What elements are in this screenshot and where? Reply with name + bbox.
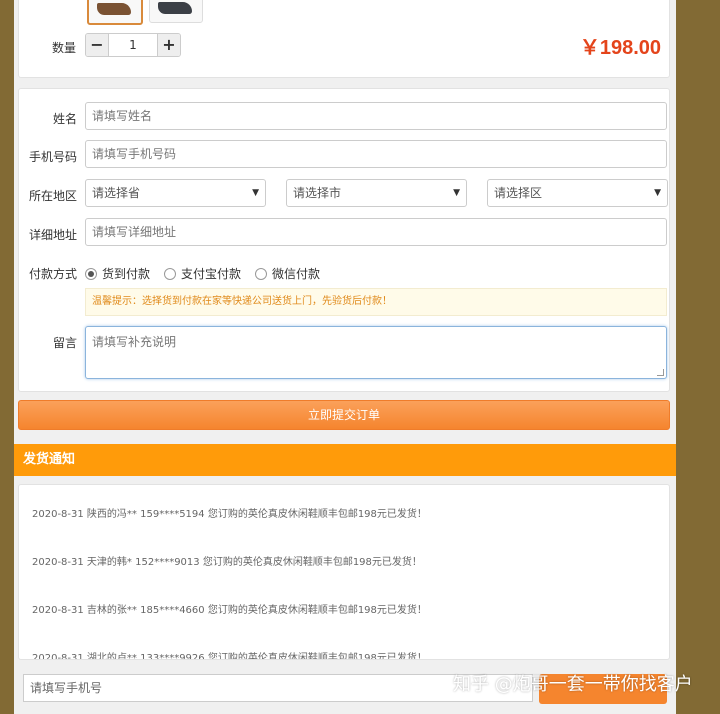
message-textarea[interactable]: 请填写补充说明 [85,326,667,379]
dropdown-arrow-icon: ▼ [654,188,661,198]
price: ￥198.00 [579,37,661,59]
dropdown-arrow-icon: ▼ [453,188,460,198]
city-select[interactable]: 请选择市 ▼ [286,179,467,207]
shipping-notice-list: 2020-8-31 陕西的冯** 159****5194 您订购的英伦真皮休闲鞋… [18,484,670,660]
region-label: 所在地区 [28,189,77,203]
list-item: 2020-8-31 吉林的张** 185****4660 您订购的英伦真皮休闲鞋… [32,605,427,616]
quantity-increase-button[interactable]: + [158,34,180,56]
order-page: 数量 − 1 + ￥198.00 姓名 请填写姓名 手机号码 请填写手机号码 所… [14,0,676,714]
product-thumbnail-brown[interactable] [87,0,143,25]
payment-label: 付款方式 [28,267,77,281]
dropdown-arrow-icon: ▼ [252,188,259,198]
phone-input[interactable]: 请填写手机号码 [85,140,667,168]
list-item: 2020-8-31 陕西的冯** 159****5194 您订购的英伦真皮休闲鞋… [32,509,427,520]
payment-option-label: 支付宝付款 [181,267,242,281]
payment-option-wechat[interactable]: 微信付款 [255,265,320,282]
radio-checked-icon [85,267,97,280]
city-select-value: 请选择市 [293,186,342,200]
radio-icon [255,267,268,280]
product-card: 数量 − 1 + ￥198.00 [18,0,670,78]
list-item: 2020-8-31 湖北的卢** 133****9926 您订购的英伦真皮休闲鞋… [32,653,427,660]
message-label: 留言 [52,336,77,350]
quantity-stepper: − 1 + [85,33,181,57]
payment-option-cod[interactable]: 货到付款 [85,265,150,282]
name-label: 姓名 [52,112,77,126]
payment-options: 货到付款 支付宝付款 微信付款 [85,265,320,282]
quantity-decrease-button[interactable]: − [86,34,108,56]
payment-option-alipay[interactable]: 支付宝付款 [164,265,241,282]
province-select[interactable]: 请选择省 ▼ [85,179,266,207]
district-select-value: 请选择区 [494,186,543,200]
shoe-image [158,2,192,14]
shoe-image [97,3,131,15]
list-item: 2020-8-31 天津的韩* 152****9013 您订购的英伦真皮休闲鞋顺… [32,557,422,568]
name-input[interactable]: 请填写姓名 [85,102,667,130]
product-thumbnail-black[interactable] [149,0,203,23]
address-input[interactable]: 请填写详细地址 [85,218,667,246]
payment-option-label: 微信付款 [272,267,321,281]
phone-label: 手机号码 [28,150,77,164]
quantity-input[interactable]: 1 [108,34,158,56]
province-select-value: 请选择省 [92,186,141,200]
payment-tip: 温馨提示：选择货到付款在家等快递公司送货上门，先验货后付款！ [85,288,667,316]
order-form: 姓名 请填写姓名 手机号码 请填写手机号码 所在地区 请选择省 ▼ 请选择市 ▼… [18,88,670,392]
address-label: 详细地址 [28,228,77,242]
watermark: 知乎 @炮哥一套一带你找客户 [453,670,693,696]
district-select[interactable]: 请选择区 ▼ [487,179,668,207]
watermark-text: 知乎 @炮哥一套一带你找客户 [453,674,693,695]
message-placeholder: 请填写补充说明 [92,335,177,349]
resize-grip-icon[interactable] [657,369,664,376]
quantity-label: 数量 [52,41,77,55]
radio-icon [164,267,177,280]
submit-order-button[interactable]: 立即提交订单 [18,400,670,430]
payment-option-label: 货到付款 [102,267,151,281]
shipping-notice-title: 发货通知 [14,444,676,476]
